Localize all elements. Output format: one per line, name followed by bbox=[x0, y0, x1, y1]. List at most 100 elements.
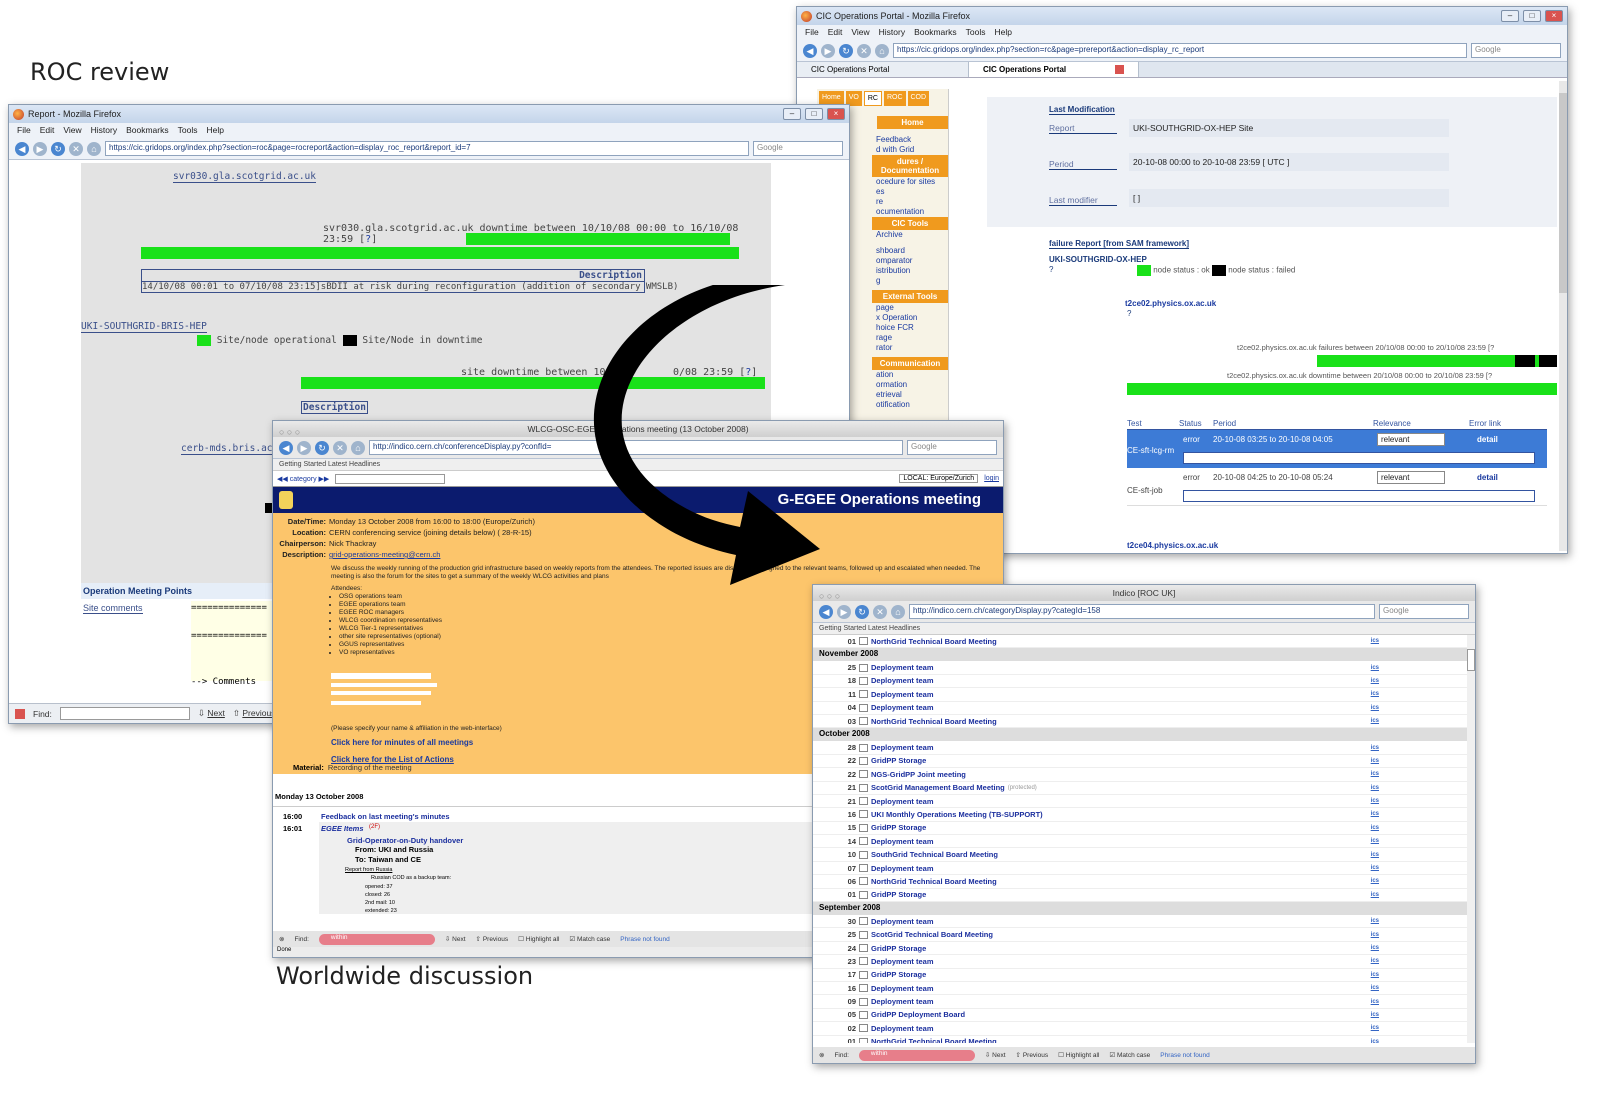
export-link[interactable]: ics bbox=[1371, 958, 1379, 964]
stop-icon[interactable]: ✕ bbox=[333, 440, 347, 455]
find-previous[interactable]: ⇧ Previous bbox=[1016, 1051, 1049, 1059]
minimize-button[interactable]: – bbox=[783, 108, 801, 120]
comment-input[interactable] bbox=[1183, 452, 1535, 464]
tab-cic-portal-1[interactable]: CIC Operations Portal bbox=[797, 62, 969, 77]
forward-arrow-icon[interactable]: ▶ bbox=[297, 440, 311, 455]
find-input[interactable] bbox=[59, 707, 190, 720]
event-row[interactable]: 01 NorthGrid Technical Board Meeting ics bbox=[813, 1036, 1469, 1043]
export-link[interactable]: ics bbox=[1371, 745, 1379, 751]
highlight-all-checkbox[interactable]: ☐ Highlight all bbox=[518, 935, 559, 943]
export-link[interactable]: ics bbox=[1371, 691, 1379, 697]
home-icon[interactable]: ⌂ bbox=[87, 141, 101, 156]
event-row[interactable]: 17 GridPP Storage ics bbox=[813, 969, 1469, 982]
home-icon[interactable]: ⌂ bbox=[875, 43, 889, 58]
event-row[interactable]: 23 Deployment team ics bbox=[813, 955, 1469, 969]
site-comments-link[interactable]: Site comments bbox=[83, 603, 143, 614]
sidebar-link[interactable]: ocumentation bbox=[872, 207, 948, 217]
search-box[interactable]: Google bbox=[1379, 604, 1469, 619]
host-link[interactable]: svr030.gla.scotgrid.ac.uk bbox=[173, 171, 316, 183]
sidebar-link[interactable]: Archive bbox=[872, 230, 948, 240]
export-link[interactable]: ics bbox=[1371, 638, 1379, 644]
find-previous[interactable]: ⇧ Previous bbox=[233, 708, 276, 719]
report-link[interactable]: Report from Russia bbox=[345, 867, 392, 873]
menu-edit[interactable]: Edit bbox=[40, 125, 55, 136]
maximize-button[interactable]: □ bbox=[1523, 10, 1541, 22]
search-box[interactable]: Google bbox=[753, 141, 843, 156]
event-row[interactable]: 21 ScotGrid Management Board Meeting (prot… bbox=[813, 782, 1469, 795]
stop-icon[interactable]: ✕ bbox=[857, 43, 871, 58]
back-arrow-icon[interactable]: ◀ bbox=[803, 43, 817, 58]
event-row[interactable]: 04 Deployment team ics bbox=[813, 702, 1469, 715]
reload-icon[interactable]: ↻ bbox=[855, 604, 869, 619]
close-find-icon[interactable]: ⊗ bbox=[279, 935, 284, 943]
agenda-item[interactable]: EGEE Items bbox=[321, 824, 364, 833]
export-link[interactable]: ics bbox=[1371, 758, 1379, 764]
minutes-link[interactable]: Click here for minutes of all meetings bbox=[331, 738, 473, 747]
sidebar-section-home[interactable]: Home bbox=[877, 116, 948, 129]
nav-tab-rc[interactable]: RC bbox=[863, 91, 882, 106]
export-link[interactable]: ics bbox=[1371, 825, 1379, 831]
detail-link[interactable]: detail bbox=[1477, 435, 1498, 444]
detail-link[interactable]: detail bbox=[1477, 473, 1498, 482]
export-link[interactable]: ics bbox=[1371, 705, 1379, 711]
view-select[interactable] bbox=[335, 473, 446, 484]
event-row[interactable]: 07 Deployment team ics bbox=[813, 862, 1469, 876]
event-row[interactable]: 22 NGS-GridPP Joint meeting ics bbox=[813, 768, 1469, 782]
export-link[interactable]: ics bbox=[1371, 811, 1379, 817]
event-row[interactable]: 10 SouthGrid Technical Board Meeting ics bbox=[813, 848, 1469, 862]
maximize-button[interactable]: □ bbox=[805, 108, 823, 120]
find-next[interactable]: ⇩ Next bbox=[985, 1051, 1006, 1059]
home-icon[interactable]: ⌂ bbox=[351, 440, 365, 455]
match-case-checkbox[interactable]: ☑ Match case bbox=[1109, 1051, 1150, 1059]
menu-tools[interactable]: Tools bbox=[966, 27, 986, 38]
forward-arrow-icon[interactable]: ▶ bbox=[33, 141, 47, 156]
close-find-icon[interactable]: ⊗ bbox=[819, 1051, 824, 1059]
export-link[interactable]: ics bbox=[1371, 878, 1379, 884]
export-link[interactable]: ics bbox=[1371, 985, 1379, 991]
export-link[interactable]: ics bbox=[1371, 678, 1379, 684]
event-row[interactable]: 05 GridPP Deployment Board ics bbox=[813, 1009, 1469, 1023]
forward-arrow-icon[interactable]: ▶ bbox=[821, 43, 835, 58]
nav-tab-cod[interactable]: COD bbox=[907, 91, 930, 106]
menu-bookmarks[interactable]: Bookmarks bbox=[126, 125, 169, 136]
event-row[interactable]: 18 Deployment team ics bbox=[813, 675, 1469, 689]
menu-help[interactable]: Help bbox=[994, 27, 1011, 38]
export-link[interactable]: ics bbox=[1371, 892, 1379, 898]
event-row[interactable]: 25 Deployment team ics bbox=[813, 661, 1469, 675]
node-link-t2ce04[interactable]: t2ce04.physics.ox.ac.uk bbox=[1127, 541, 1218, 550]
help-link[interactable]: ? bbox=[1127, 309, 1131, 318]
menu-bookmarks[interactable]: Bookmarks bbox=[914, 27, 957, 38]
menu-view[interactable]: View bbox=[851, 27, 869, 38]
export-link[interactable]: ics bbox=[1371, 852, 1379, 858]
node-link-t2ce02[interactable]: t2ce02.physics.ox.ac.uk bbox=[1125, 299, 1216, 308]
close-button[interactable]: × bbox=[827, 108, 845, 120]
close-find-icon[interactable] bbox=[15, 708, 25, 719]
export-link[interactable]: ics bbox=[1371, 771, 1379, 777]
window-controls-icon[interactable]: ○ ○ ○ bbox=[279, 424, 300, 440]
export-link[interactable]: ics bbox=[1371, 1039, 1379, 1043]
menu-view[interactable]: View bbox=[63, 125, 81, 136]
site-link[interactable]: UKI-SOUTHGRID-BRIS-HEP bbox=[81, 321, 207, 333]
actions-link[interactable]: Click here for the List of Actions bbox=[331, 755, 454, 764]
event-row[interactable]: 01 NorthGrid Technical Board Meeting ics bbox=[813, 635, 1469, 649]
category-nav[interactable]: ◀◀ category ▶▶ bbox=[277, 475, 329, 483]
export-link[interactable]: ics bbox=[1371, 665, 1379, 671]
export-link[interactable]: ics bbox=[1371, 865, 1379, 871]
find-next[interactable]: ⇩ Next bbox=[445, 935, 466, 943]
find-input[interactable]: within bbox=[858, 1049, 975, 1061]
event-row[interactable]: 22 GridPP Storage ics bbox=[813, 755, 1469, 769]
reload-icon[interactable]: ↻ bbox=[839, 43, 853, 58]
menu-history[interactable]: History bbox=[879, 27, 905, 38]
stop-icon[interactable]: ✕ bbox=[69, 141, 83, 156]
event-row[interactable]: 02 Deployment team ics bbox=[813, 1022, 1469, 1036]
export-link[interactable]: ics bbox=[1371, 718, 1379, 724]
relevance-select[interactable]: relevant bbox=[1377, 471, 1445, 484]
event-row[interactable]: 15 GridPP Storage ics bbox=[813, 822, 1469, 836]
export-link[interactable]: ics bbox=[1371, 999, 1379, 1005]
event-row[interactable]: 21 Deployment team ics bbox=[813, 795, 1469, 809]
event-row[interactable]: 09 Deployment team ics bbox=[813, 995, 1469, 1009]
url-bar[interactable]: https://cic.gridops.org/index.php?sectio… bbox=[893, 43, 1467, 58]
reload-icon[interactable]: ↻ bbox=[51, 141, 65, 156]
window-controls-icon[interactable]: ○ ○ ○ bbox=[819, 588, 840, 604]
minimize-button[interactable]: – bbox=[1501, 10, 1519, 22]
